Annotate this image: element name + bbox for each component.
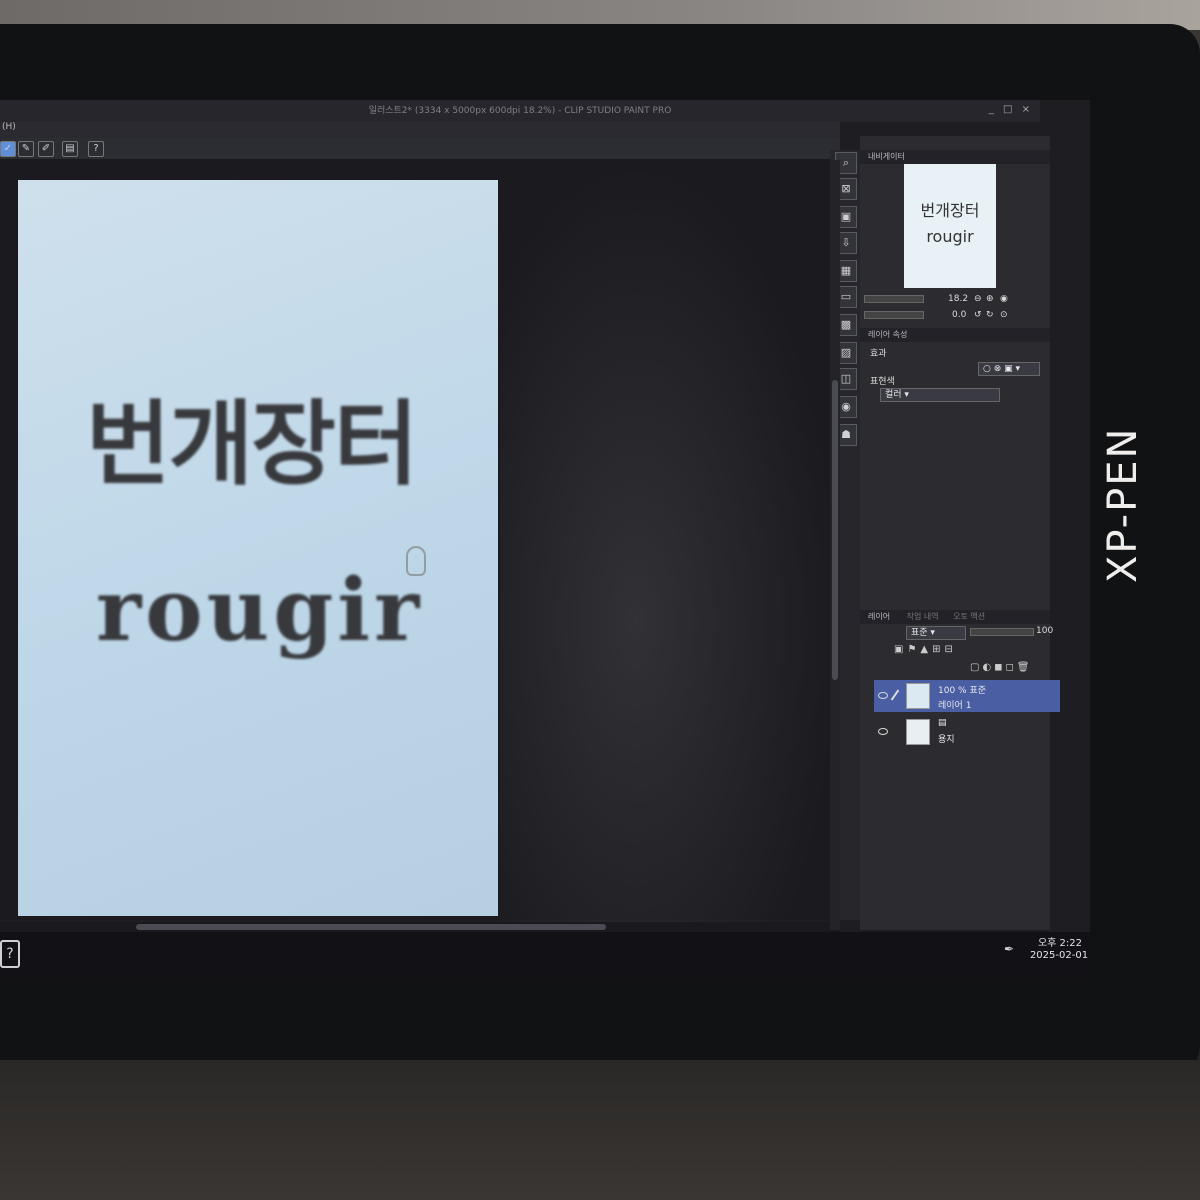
clock-date[interactable]: 2025-02-01	[1028, 950, 1090, 961]
eye-icon[interactable]	[878, 692, 888, 699]
navigator-tab[interactable]: 내비게이터	[860, 150, 1050, 164]
rotate-slider[interactable]	[864, 311, 924, 319]
command-toolbar: ✓ ✎ ✐ ▤ ?	[0, 138, 840, 160]
nav-thumb-line2: rougir	[926, 227, 974, 246]
layer-row-layer1[interactable]: 100 % 표준 레이어 1	[874, 680, 1060, 712]
vertical-scroll-thumb[interactable]	[832, 380, 838, 680]
zoom-row: 18.2 ⊖ ⊕ ◉	[860, 292, 1050, 306]
layer-tab-label: 레이어	[868, 612, 891, 621]
zoom-slider[interactable]	[864, 295, 924, 303]
zoom-out-icon[interactable]: ⊖	[974, 292, 982, 306]
layer-row-paper[interactable]: ▤ 용지	[874, 716, 1060, 748]
display-screen: 일러스트2* (3334 x 5000px 600dpi 18.2%) - CL…	[0, 100, 1090, 980]
auto-action-tab-label[interactable]: 오토 액션	[953, 612, 985, 621]
layer-property-tab-label: 레이어 속성	[868, 330, 908, 339]
blend-mode-select[interactable]: 표준 ▾	[906, 626, 966, 640]
pen-icon[interactable]: ✐	[38, 141, 54, 157]
right-palette-panel: 내비게이터 번개장터 rougir 18.2 ⊖ ⊕ ◉ 0.0 ↺ ↻ ⊙ 레…	[860, 136, 1060, 930]
fit-icon[interactable]: ◉	[1000, 292, 1008, 306]
pen-tablet-tray-icon[interactable]: ✒	[1004, 942, 1018, 958]
brand-logo: XP-PEN	[1100, 426, 1146, 584]
pen-icon	[890, 689, 900, 701]
effect-label: 효과	[870, 349, 887, 359]
paper-thumbnail	[906, 719, 930, 745]
rotate-left-icon[interactable]: ↺	[974, 308, 982, 322]
app-taskbar-icon[interactable]: ?	[0, 940, 20, 968]
layer-tool-icons[interactable]: ▣⚑▲⊞⊟	[894, 644, 957, 655]
rotate-right-icon[interactable]: ↻	[986, 308, 994, 322]
paper-icon: ▤	[938, 718, 947, 728]
horizontal-scrollbar[interactable]	[0, 922, 840, 932]
eye-icon[interactable]	[878, 728, 888, 735]
opacity-slider[interactable]	[970, 628, 1034, 636]
help-icon[interactable]: ?	[88, 141, 104, 157]
navigator-preview[interactable]: 번개장터 rougir	[904, 164, 996, 288]
paper-name: 용지	[938, 735, 955, 745]
clock-time[interactable]: 오후 2:22	[1030, 934, 1090, 949]
layer1-name: 레이어 1	[938, 701, 972, 711]
zoom-value: 18.2	[948, 294, 969, 304]
document-icon[interactable]: ▤	[62, 141, 78, 157]
window-title: 일러스트2* (3334 x 5000px 600dpi 18.2%) - CL…	[368, 106, 672, 116]
horizontal-scroll-thumb[interactable]	[136, 924, 606, 930]
canvas-paper[interactable]: 번개장터 rougir	[18, 180, 498, 916]
layer1-mode: 100 % 표준	[938, 686, 987, 696]
taskbar: ? ✒ 오후 2:22 2025-02-01	[0, 932, 1090, 980]
rotate-value: 0.0	[952, 310, 967, 320]
expression-color-select[interactable]: 컬러 ▾	[880, 388, 1000, 402]
vertical-scrollbar[interactable]	[830, 160, 840, 930]
navigator-tab-label: 내비게이터	[868, 152, 905, 161]
rotate-row: 0.0 ↺ ↻ ⊙	[860, 308, 1050, 322]
nav-thumb-line1: 번개장터	[920, 201, 980, 220]
menu-bar: (H)	[0, 122, 840, 138]
history-tab-label[interactable]: 작업 내역	[907, 612, 939, 621]
minimize-button[interactable]: _	[989, 104, 994, 115]
reset-rotate-icon[interactable]: ⊙	[1000, 308, 1008, 322]
window-titlebar: 일러스트2* (3334 x 5000px 600dpi 18.2%) - CL…	[0, 100, 1040, 122]
layer-action-icons[interactable]: ▢◐◼◻🗑	[970, 662, 1032, 673]
drawn-latin-text: rougir	[96, 560, 424, 661]
tablet-device: XP-PEN 일러스트2* (3334 x 5000px 600dpi 18.2…	[0, 0, 1200, 1200]
opacity-value: 100	[1036, 626, 1054, 636]
layer-property-tab[interactable]: 레이어 속성	[860, 328, 1050, 342]
layer-thumbnail	[906, 683, 930, 709]
brush-cursor-icon	[406, 546, 426, 576]
window-controls: _ □ ×	[983, 100, 1030, 122]
zoom-in-icon[interactable]: ⊕	[986, 292, 994, 306]
effect-buttons[interactable]: ○ ⊗ ▣ ▾	[978, 362, 1040, 376]
menu-item-help[interactable]: (H)	[2, 122, 16, 132]
drawn-korean-text: 번개장터	[86, 391, 419, 498]
maximize-button[interactable]: □	[1003, 104, 1012, 115]
brush-icon[interactable]: ✎	[18, 141, 34, 157]
close-button[interactable]: ×	[1022, 104, 1030, 115]
layer-tab[interactable]: 레이어 작업 내역 오토 액션	[860, 610, 1050, 624]
tablet-bottom-frame	[0, 1060, 1200, 1200]
check-icon[interactable]: ✓	[0, 141, 16, 157]
expression-color-label: 표현색	[870, 377, 895, 387]
canvas-area[interactable]: 번개장터 rougir	[0, 160, 830, 920]
